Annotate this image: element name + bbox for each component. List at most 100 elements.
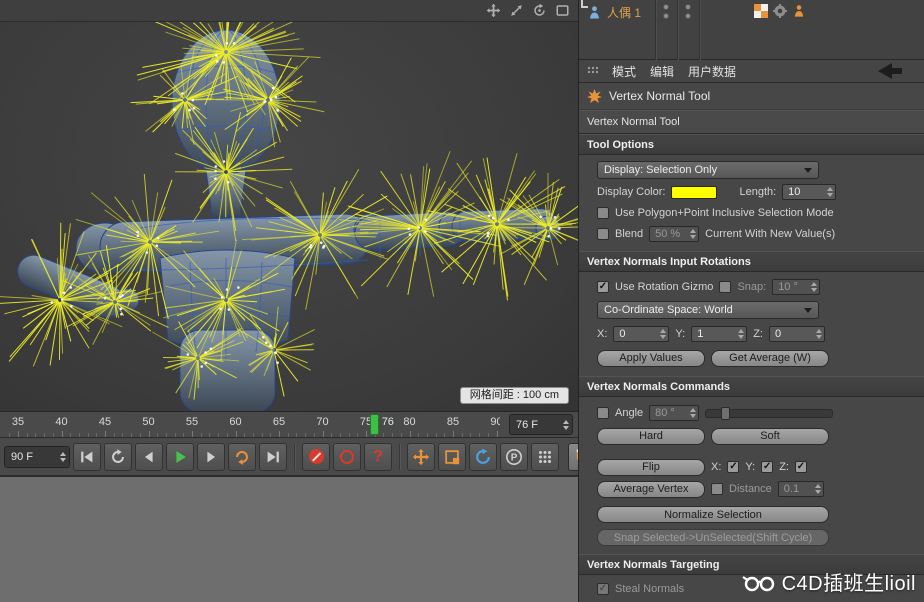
snap-angle-value: 10 °	[778, 281, 808, 293]
length-field[interactable]: 10	[782, 184, 836, 200]
ruler-tick	[227, 433, 228, 437]
parameter-record-icon: P	[505, 448, 523, 466]
x-field[interactable]: 0	[613, 326, 669, 342]
ruler-tick	[149, 431, 150, 437]
snap-selected-button[interactable]: Snap Selected->UnSelected(Shift Cycle)	[597, 529, 829, 546]
record-keyframe-button[interactable]	[302, 443, 330, 471]
section-input-rotations[interactable]: Vertex Normals Input Rotations	[579, 251, 924, 272]
viewport-3d[interactable]: 网格间距 : 100 cm	[0, 22, 578, 412]
section-targeting[interactable]: Vertex Normals Targeting	[579, 554, 924, 575]
timeline-ruler[interactable]: 35404550556065707580859076	[0, 412, 500, 438]
angle-slider[interactable]	[705, 409, 833, 418]
average-vertex-button[interactable]: Average Vertex	[597, 481, 705, 498]
section-targeting-label: Vertex Normals Targeting	[587, 559, 719, 571]
ruler-frame-label: 60	[229, 416, 241, 428]
display-mode-dropdown[interactable]: Display: Selection Only	[597, 161, 819, 179]
angle-checkbox[interactable]	[597, 407, 609, 419]
flip-z-checkbox[interactable]: ✓	[795, 461, 807, 473]
object-row[interactable]: 人偶 1	[579, 0, 924, 24]
normalize-selection-button[interactable]: Normalize Selection	[597, 506, 829, 523]
attribute-header-label: Vertex Normal Tool	[587, 116, 680, 128]
get-average-button[interactable]: Get Average (W)	[711, 350, 829, 367]
flip-x-checkbox[interactable]: ✓	[727, 461, 739, 473]
soft-button[interactable]: Soft	[711, 428, 829, 445]
ruler-tick	[436, 433, 437, 437]
x-label: X:	[597, 328, 607, 340]
object-name[interactable]: 人偶 1	[607, 4, 641, 21]
display-tag-icon[interactable]	[754, 4, 768, 18]
record-parameter-button[interactable]: P	[500, 443, 528, 471]
max-frame-field[interactable]: 90 F	[4, 446, 70, 468]
ruler-tick	[262, 433, 263, 437]
figure-object-icon	[587, 5, 602, 20]
record-pla-button[interactable]	[531, 443, 559, 471]
viewport-pan-icon[interactable]	[485, 3, 501, 19]
menu-edit[interactable]: 编辑	[650, 63, 674, 80]
previous-frame-button[interactable]	[135, 443, 163, 471]
ruler-tick	[410, 431, 411, 437]
ruler-tick	[340, 433, 341, 437]
chevron-down-icon	[804, 168, 812, 173]
goto-end-button[interactable]	[259, 443, 287, 471]
menu-userdata[interactable]: 用户数据	[688, 63, 736, 80]
history-back-icon[interactable]	[878, 63, 902, 79]
apply-values-button[interactable]: Apply Values	[597, 350, 705, 367]
axis-y-label: Y:	[745, 461, 755, 473]
timeline-strip: 35404550556065707580859076 76 F	[0, 412, 578, 438]
distance-label: Distance	[729, 483, 772, 495]
render-dots[interactable]	[679, 4, 697, 19]
x-value: 0	[619, 328, 657, 340]
menu-mode[interactable]: 模式	[612, 63, 636, 80]
play-button[interactable]	[166, 443, 194, 471]
flip-button[interactable]: Flip	[597, 459, 705, 476]
viewport-maximize-icon[interactable]	[554, 3, 570, 19]
record-scale-button[interactable]	[438, 443, 466, 471]
max-frame-spinner[interactable]	[57, 452, 66, 462]
section-commands[interactable]: Vertex Normals Commands	[579, 376, 924, 397]
steal-normals-label: Steal Normals	[615, 583, 684, 595]
frame-spinner[interactable]	[560, 420, 569, 430]
autokey-button[interactable]	[333, 443, 361, 471]
cycle-playback-button[interactable]	[228, 443, 256, 471]
inclusive-mode-checkbox[interactable]	[597, 207, 609, 219]
angle-slider-knob[interactable]	[721, 407, 730, 420]
section-tool-options[interactable]: Tool Options	[579, 134, 924, 155]
distance-field[interactable]: 0.1	[778, 481, 824, 497]
current-frame-cursor[interactable]	[370, 414, 379, 435]
record-position-button[interactable]	[407, 443, 435, 471]
blend-checkbox[interactable]	[597, 228, 609, 240]
rotation-record-icon	[474, 448, 492, 466]
ruler-tick	[453, 431, 454, 437]
ruler-tick	[383, 433, 384, 437]
keyframe-selection-button[interactable]: ?	[364, 443, 392, 471]
rotation-gizmo-label: Use Rotation Gizmo	[615, 281, 713, 293]
viewport-dolly-icon[interactable]	[508, 3, 524, 19]
y-field[interactable]: 1	[691, 326, 747, 342]
viewport-orbit-icon[interactable]	[531, 3, 547, 19]
snap-checkbox[interactable]	[719, 281, 731, 293]
hard-button[interactable]: Hard	[597, 428, 705, 445]
coordinate-space-value: Co-Ordinate Space: World	[604, 304, 733, 316]
snap-angle-field[interactable]: 10 °	[772, 279, 820, 295]
character-tag-icon[interactable]	[792, 4, 806, 18]
flip-y-checkbox[interactable]: ✓	[761, 461, 773, 473]
rotation-gizmo-checkbox[interactable]: ✓	[597, 281, 609, 293]
tool-title: Vertex Normal Tool	[609, 89, 710, 103]
display-color-swatch[interactable]	[671, 186, 717, 199]
coordinate-space-dropdown[interactable]: Co-Ordinate Space: World	[597, 301, 819, 319]
current-frame-field[interactable]: 76 F	[509, 414, 573, 435]
z-field[interactable]: 0	[769, 326, 825, 342]
blend-field[interactable]: 50 %	[649, 226, 699, 242]
distance-checkbox[interactable]	[711, 483, 723, 495]
ruler-tick	[288, 433, 289, 437]
length-value: 10	[788, 186, 824, 198]
record-rotation-button[interactable]	[469, 443, 497, 471]
play-backwards-button[interactable]	[104, 443, 132, 471]
scale-record-icon	[443, 448, 461, 466]
phong-tag-icon[interactable]	[773, 4, 787, 18]
next-frame-button[interactable]	[197, 443, 225, 471]
angle-field[interactable]: 80 °	[649, 405, 699, 421]
steal-normals-checkbox[interactable]: ✓	[597, 583, 609, 595]
visibility-dots[interactable]	[657, 4, 675, 19]
goto-start-button[interactable]	[73, 443, 101, 471]
